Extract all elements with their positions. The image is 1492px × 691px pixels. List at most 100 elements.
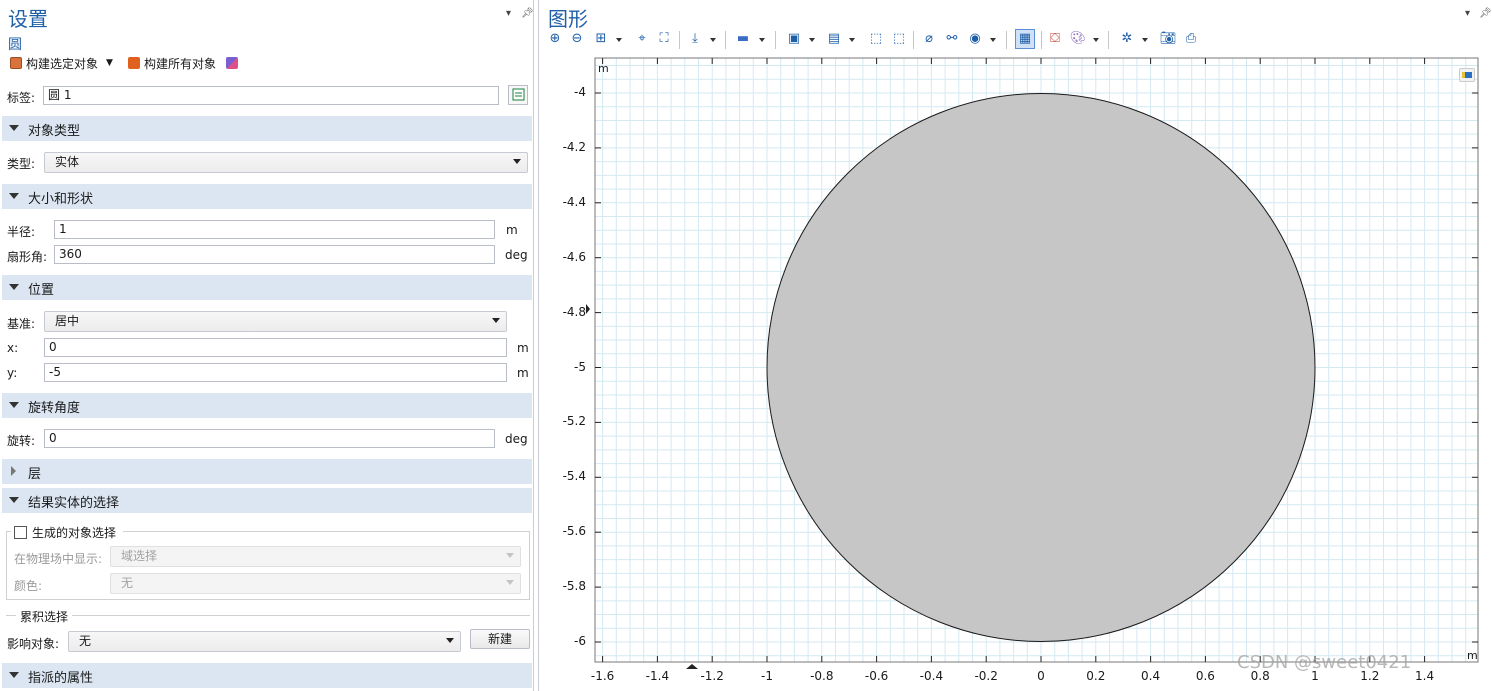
base-select[interactable]: 居中 — [44, 311, 507, 332]
view-cube-icon[interactable] — [1459, 68, 1475, 82]
pin-icon[interactable]: 📌︎ — [1479, 8, 1492, 19]
expand-icon — [9, 193, 19, 199]
chevron-down-icon — [513, 159, 521, 164]
section-size-shape[interactable]: 大小和形状 — [2, 184, 532, 209]
note-icon — [512, 88, 525, 101]
chevron-down-icon[interactable] — [759, 38, 765, 42]
y-tick-label: -4.8 — [562, 304, 586, 319]
toolbar-separator — [1108, 31, 1109, 49]
show-in-physics-value: 域选择 — [121, 549, 158, 563]
section-position[interactable]: 位置 — [2, 275, 532, 300]
view-icon[interactable]: ◉ — [967, 31, 983, 47]
divider — [6, 615, 530, 616]
rotation-label: 旋转: — [7, 434, 36, 448]
show-hide-icon[interactable]: ⚯ — [944, 31, 960, 47]
section-object-type[interactable]: 对象类型 — [2, 116, 532, 141]
label-edit-button[interactable] — [508, 85, 528, 105]
section-selection-label: 结果实体的选择 — [28, 496, 120, 511]
affect-select[interactable]: 无 — [68, 631, 461, 652]
section-size-shape-label: 大小和形状 — [28, 192, 94, 207]
base-label: 基准: — [7, 317, 36, 331]
render-icon[interactable]: ⛋ — [1047, 31, 1063, 47]
y-tick-label: -5.8 — [562, 579, 586, 594]
build-all-button[interactable]: 构建所有对象 — [128, 54, 216, 72]
x-input[interactable]: 0 — [44, 338, 507, 357]
radius-unit: m — [506, 223, 518, 237]
color-select[interactable]: 无 — [110, 573, 521, 594]
select-objects-icon[interactable]: ▬ — [735, 31, 751, 47]
chevron-down-icon[interactable]: ▼ — [106, 58, 113, 68]
x-tick-label: -0.6 — [864, 669, 889, 683]
chevron-down-icon[interactable] — [990, 38, 996, 42]
y-tick-label: -4.4 — [562, 194, 586, 209]
pin-icon[interactable]: 📌︎ — [521, 8, 534, 19]
y-input[interactable]: -5 — [44, 363, 507, 382]
type-label: 类型: — [7, 157, 36, 171]
zoom-out-icon[interactable]: ⊖ — [569, 31, 585, 47]
x-tick-label: -0.4 — [919, 669, 944, 683]
zoom-extents-icon[interactable]: ⛶ — [656, 31, 672, 47]
y-tick-label: -4 — [574, 85, 586, 99]
sector-angle-input[interactable]: 360 — [54, 245, 495, 264]
radius-input[interactable]: 1 — [54, 220, 495, 239]
chevron-down-icon[interactable] — [1142, 38, 1148, 42]
generated-selection-checkbox[interactable] — [14, 526, 27, 539]
panel-menu-icon[interactable]: ▾ — [506, 8, 511, 19]
y-unit: m — [517, 366, 529, 380]
zoom-box-icon[interactable]: ⊞ — [593, 31, 609, 47]
type-select[interactable]: 实体 — [44, 152, 528, 173]
toolbar-separator — [1006, 31, 1007, 49]
section-selection[interactable]: 结果实体的选择 — [2, 488, 532, 513]
zoom-in-icon[interactable]: ⊕ — [547, 31, 563, 47]
chevron-down-icon[interactable] — [809, 38, 815, 42]
toolbar-separator — [913, 31, 914, 49]
grid-toggle-icon[interactable]: ▦ — [1015, 29, 1035, 49]
section-rotation[interactable]: 旋转角度 — [2, 393, 532, 418]
build-selected-button[interactable]: 构建选定对象 ▼ — [10, 54, 113, 72]
chevron-down-icon[interactable] — [710, 38, 716, 42]
show-in-physics-select[interactable]: 域选择 — [110, 546, 521, 567]
section-layers[interactable]: 层 — [2, 459, 532, 484]
graphics-canvas[interactable] — [539, 50, 1492, 691]
color-select-value: 无 — [121, 576, 134, 590]
sector-angle-label: 扇形角: — [7, 250, 48, 264]
new-button[interactable]: 新建 — [470, 629, 530, 649]
build-geometry-button[interactable] — [226, 54, 238, 72]
panel-menu-icon[interactable]: ▾ — [1465, 8, 1470, 19]
x-tick-label: 0.4 — [1141, 669, 1161, 683]
select-box-icon[interactable]: ▣ — [786, 31, 802, 47]
x-tick-label: 0 — [1037, 669, 1045, 683]
select-all-icon[interactable]: ⬚ — [868, 31, 884, 47]
generated-selection-label: 生成的对象选择 — [32, 526, 117, 540]
zoom-selected-icon[interactable]: ⌖ — [634, 31, 650, 47]
chevron-down-icon[interactable] — [616, 38, 622, 42]
axis-orientation-icon[interactable]: ⤓ — [687, 31, 703, 47]
print-icon[interactable]: ⎙ — [1183, 31, 1199, 47]
select-domain-icon[interactable]: ▤ — [826, 31, 842, 47]
section-assigned-properties[interactable]: 指派的属性 — [2, 663, 532, 688]
x-unit-label: m — [1467, 649, 1478, 662]
rotation-input[interactable]: 0 — [44, 429, 495, 448]
color-palette-icon[interactable]: 🎨︎ — [1070, 31, 1087, 47]
hide-icon[interactable]: ⌀ — [921, 31, 937, 47]
cumulative-selection-label: 累积选择 — [16, 608, 73, 625]
base-select-value: 居中 — [55, 314, 80, 328]
node-subtitle: 圆 — [8, 37, 22, 53]
x-tick-label: -0.8 — [810, 669, 834, 683]
build-selected-icon — [10, 57, 22, 69]
show-in-physics-label: 在物理场中显示: — [14, 552, 103, 566]
x-unit: m — [517, 341, 529, 355]
deselect-icon[interactable]: ⬚ — [891, 31, 907, 47]
camera-icon[interactable]: 📷︎ — [1160, 31, 1177, 47]
x-tick-label: 0.2 — [1086, 669, 1106, 683]
color-label: 颜色: — [14, 579, 43, 593]
settings-title: 设置 — [8, 7, 48, 31]
circle-geometry[interactable] — [766, 93, 1316, 642]
y-tick-label: -6 — [574, 634, 586, 648]
y-label: y: — [7, 366, 18, 380]
chevron-down-icon[interactable] — [849, 38, 855, 42]
label-input[interactable]: 圆 1 — [43, 86, 499, 105]
chevron-down-icon[interactable] — [1093, 38, 1099, 42]
reset-view-icon[interactable]: ✲ — [1119, 31, 1135, 47]
expand-icon — [9, 284, 19, 290]
